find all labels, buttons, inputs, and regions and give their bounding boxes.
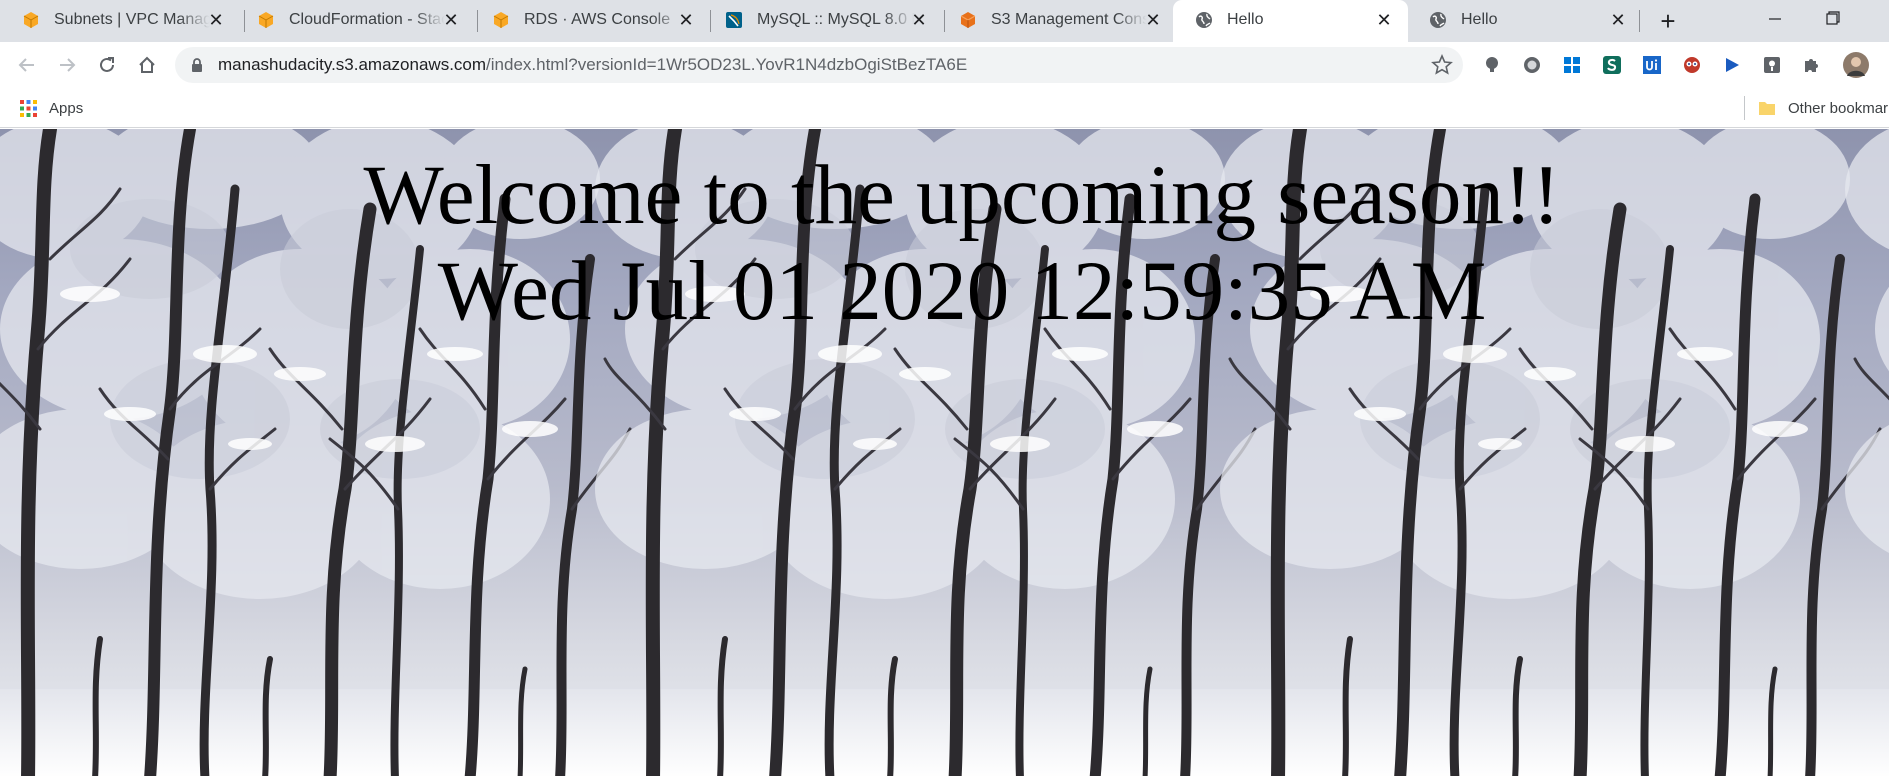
welcome-message: Welcome to the upcoming season!! bbox=[363, 148, 1561, 242]
arrow-right-icon bbox=[60, 58, 76, 72]
close-tab-icon[interactable]: ✕ bbox=[441, 10, 461, 30]
close-tab-icon[interactable]: ✕ bbox=[676, 10, 696, 30]
tab-title: MySQL :: MySQL 8.0 Re bbox=[757, 11, 915, 28]
close-tab-icon[interactable]: ✕ bbox=[909, 10, 929, 30]
back-button[interactable] bbox=[12, 50, 42, 80]
globe-icon bbox=[1430, 12, 1446, 28]
extension-location[interactable] bbox=[1760, 53, 1784, 77]
tab-divider bbox=[1639, 10, 1640, 32]
extension-s[interactable] bbox=[1600, 53, 1624, 77]
extension-mascot[interactable] bbox=[1680, 53, 1704, 77]
browser-toolbar: manashudacity.s3.amazonaws.com/index.htm… bbox=[0, 42, 1889, 88]
minimize-icon[interactable] bbox=[1760, 6, 1790, 30]
apps-grid-icon bbox=[20, 99, 37, 117]
url-host: manashudacity.s3.amazonaws.com bbox=[218, 55, 487, 74]
close-tab-icon[interactable]: ✕ bbox=[1608, 10, 1628, 30]
uipath-icon bbox=[1643, 56, 1661, 74]
tab-title: Hello bbox=[1461, 11, 1498, 28]
apps-label: Apps bbox=[49, 99, 84, 117]
home-button[interactable] bbox=[132, 50, 162, 80]
other-bookmarks-folder[interactable]: Other bookmarks bbox=[1758, 96, 1889, 120]
tab-title: Hello bbox=[1227, 11, 1264, 28]
home-icon bbox=[139, 56, 155, 73]
aws-cube-icon bbox=[258, 12, 274, 28]
extensions-menu-button[interactable] bbox=[1800, 53, 1824, 77]
mysql-doc-icon bbox=[726, 12, 742, 28]
s-extension-icon bbox=[1603, 56, 1621, 74]
tab-title: S3 Management Conso bbox=[991, 11, 1147, 28]
extension-play[interactable] bbox=[1720, 53, 1744, 77]
restore-icon[interactable] bbox=[1818, 6, 1848, 30]
apps-shortcut[interactable]: Apps bbox=[20, 96, 83, 120]
circle-extension-icon bbox=[1524, 57, 1540, 73]
aws-cube-icon bbox=[23, 12, 39, 28]
current-datetime: Wed Jul 01 2020 12:59:35 AM bbox=[437, 244, 1487, 338]
mascot-icon bbox=[1684, 57, 1700, 73]
forward-button[interactable] bbox=[52, 50, 82, 80]
profile-avatar[interactable] bbox=[1842, 51, 1870, 79]
tab-title: RDS · AWS Console bbox=[524, 11, 671, 28]
tab-rds[interactable]: RDS · AWS Console ✕ bbox=[470, 0, 710, 42]
address-bar[interactable]: manashudacity.s3.amazonaws.com/index.htm… bbox=[175, 47, 1463, 83]
tab-subnets[interactable]: Subnets | VPC Management Console ✕ bbox=[0, 0, 240, 42]
tab-hello[interactable]: Hello ✕ bbox=[1407, 0, 1642, 42]
other-bookmarks-label: Other bookmarks bbox=[1788, 99, 1889, 117]
extension-lightbulb[interactable] bbox=[1480, 53, 1504, 77]
reload-button[interactable] bbox=[92, 50, 122, 80]
tab-s3[interactable]: S3 Management Conso ✕ bbox=[937, 0, 1177, 42]
aws-cube-icon bbox=[493, 12, 509, 28]
tab-strip: Subnets | VPC Management Console ✕ Cloud… bbox=[0, 0, 1889, 42]
globe-icon bbox=[1196, 12, 1212, 28]
url-text[interactable]: manashudacity.s3.amazonaws.com/index.htm… bbox=[218, 55, 967, 75]
arrow-left-icon bbox=[18, 58, 34, 72]
puzzle-piece-icon bbox=[1805, 59, 1818, 72]
extension-windows[interactable] bbox=[1560, 53, 1584, 77]
tab-title: Subnets | VPC Management Console bbox=[54, 11, 210, 28]
close-tab-icon[interactable]: ✕ bbox=[1374, 10, 1394, 30]
avatar bbox=[1843, 52, 1869, 78]
reload-icon bbox=[100, 57, 114, 72]
close-tab-icon[interactable]: ✕ bbox=[1143, 10, 1163, 30]
url-path: /index.html?versionId=1Wr5OD23L.YovR1N4d… bbox=[486, 55, 968, 74]
location-pin-icon bbox=[1764, 57, 1780, 73]
tab-mysql[interactable]: MySQL :: MySQL 8.0 Re ✕ bbox=[703, 0, 943, 42]
folder-icon bbox=[1759, 102, 1775, 115]
lock-icon[interactable] bbox=[189, 57, 205, 73]
s3-cube-icon bbox=[960, 12, 976, 28]
bookmarks-bar: Apps Other bookmarks bbox=[0, 88, 1889, 128]
bookmarks-divider bbox=[1744, 96, 1745, 120]
extension-circle[interactable] bbox=[1520, 53, 1544, 77]
close-tab-icon[interactable]: ✕ bbox=[206, 10, 226, 30]
tab-cloudformation[interactable]: CloudFormation - Stack ✕ bbox=[235, 0, 475, 42]
tab-hello-active[interactable]: Hello ✕ bbox=[1173, 0, 1408, 42]
page-heading: Welcome to the upcoming season!! Wed Jul… bbox=[0, 147, 1889, 339]
bookmark-star-icon[interactable] bbox=[1431, 54, 1453, 76]
extension-ui[interactable] bbox=[1640, 53, 1664, 77]
windows-icon bbox=[1564, 57, 1580, 73]
lightbulb-icon bbox=[1486, 57, 1498, 72]
tab-title: CloudFormation - Stack bbox=[289, 11, 445, 28]
play-arrow-icon bbox=[1726, 58, 1739, 72]
new-tab-button[interactable]: + bbox=[1655, 8, 1681, 34]
page-viewport: Welcome to the upcoming season!! Wed Jul… bbox=[0, 129, 1889, 776]
